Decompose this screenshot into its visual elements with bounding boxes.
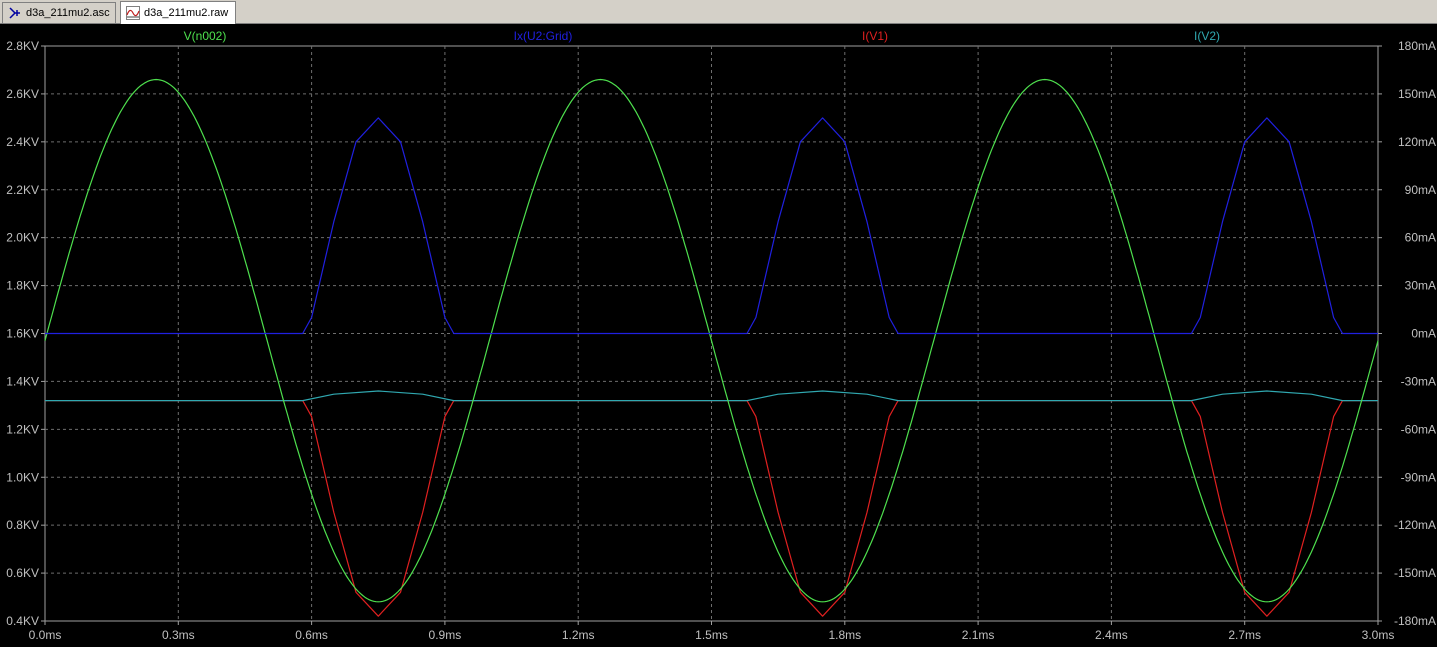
waveform-icon <box>126 6 140 20</box>
y-right-tick-label: -150mA <box>1394 566 1436 580</box>
y-left-tick-label: 2.2KV <box>6 183 39 197</box>
waveform-plot[interactable]: 0.0ms 0.3ms 0.6ms 0.9ms 1.2ms 1.5ms 1.8ms 2.1ms… <box>0 24 1437 647</box>
trace-label[interactable]: I(V1) <box>862 29 888 43</box>
y-right-tick-label: 90mA <box>1405 183 1436 197</box>
y-left-tick-label: 2.8KV <box>6 39 39 53</box>
y-right-tick-label: -60mA <box>1401 422 1436 436</box>
x-tick-label: 0.9ms <box>429 628 462 642</box>
y-right-tick-label: 180mA <box>1398 39 1436 53</box>
y-right-tick-label: 150mA <box>1398 87 1436 101</box>
y-left-tick-label: 0.6KV <box>6 566 39 580</box>
y-left-tick-label: 0.4KV <box>6 614 39 628</box>
x-tick-label: 2.1ms <box>962 628 995 642</box>
y-right-tick-label: 60mA <box>1405 231 1436 245</box>
trace-v-n002-[interactable] <box>44 78 1379 603</box>
y-right-tick-label: -30mA <box>1401 374 1436 388</box>
document-tab-bar: d3a_211mu2.asc d3a_211mu2.raw <box>0 0 1437 24</box>
y-left-tick-label: 1.2KV <box>6 422 39 436</box>
y-left-tick-label: 1.8KV <box>6 279 39 293</box>
y-right-tick-label: -90mA <box>1401 470 1436 484</box>
y-left-tick-label: 2.4KV <box>6 135 39 149</box>
x-tick-label: 1.8ms <box>828 628 861 642</box>
y-left-tick-label: 2.0KV <box>6 231 39 245</box>
y-right-tick-label: 30mA <box>1405 279 1436 293</box>
tab-label: d3a_211mu2.asc <box>26 7 110 19</box>
trace-label[interactable]: V(n002) <box>184 29 227 43</box>
tab-schematic[interactable]: d3a_211mu2.asc <box>2 2 116 23</box>
y-left-tick-label: 1.0KV <box>6 470 39 484</box>
trace-label[interactable]: Ix(U2:Grid) <box>514 29 573 43</box>
tab-waveform[interactable]: d3a_211mu2.raw <box>120 1 236 24</box>
x-tick-label: 1.5ms <box>695 628 728 642</box>
y-left-tick-label: 2.6KV <box>6 87 39 101</box>
x-tick-label: 0.0ms <box>29 628 62 642</box>
y-right-tick-label: 120mA <box>1398 135 1436 149</box>
waveform-chart[interactable]: 0.0ms 0.3ms 0.6ms 0.9ms 1.2ms 1.5ms 1.8ms 2.1ms… <box>0 24 1437 647</box>
y-right-tick-label: 0mA <box>1411 327 1436 341</box>
y-right-tick-label: -120mA <box>1394 518 1436 532</box>
x-tick-label: 0.6ms <box>295 628 328 642</box>
x-tick-label: 1.2ms <box>562 628 595 642</box>
x-tick-label: 0.3ms <box>162 628 195 642</box>
y-left-tick-label: 1.4KV <box>6 374 39 388</box>
axes: 0.0ms 0.3ms 0.6ms 0.9ms 1.2ms 1.5ms 1.8ms 2.1ms… <box>6 39 1436 642</box>
trace-label[interactable]: I(V2) <box>1194 29 1220 43</box>
y-right-tick-label: -180mA <box>1394 614 1436 628</box>
y-left-tick-label: 0.8KV <box>6 518 39 532</box>
tab-label: d3a_211mu2.raw <box>144 7 229 19</box>
x-tick-label: 3.0ms <box>1362 628 1395 642</box>
trace-labels: V(n002) Ix(U2:Grid) I(V1) I(V2) <box>184 29 1220 43</box>
schematic-icon <box>8 6 22 20</box>
x-tick-label: 2.7ms <box>1228 628 1261 642</box>
y-left-tick-label: 1.6KV <box>6 327 39 341</box>
x-tick-label: 2.4ms <box>1095 628 1128 642</box>
